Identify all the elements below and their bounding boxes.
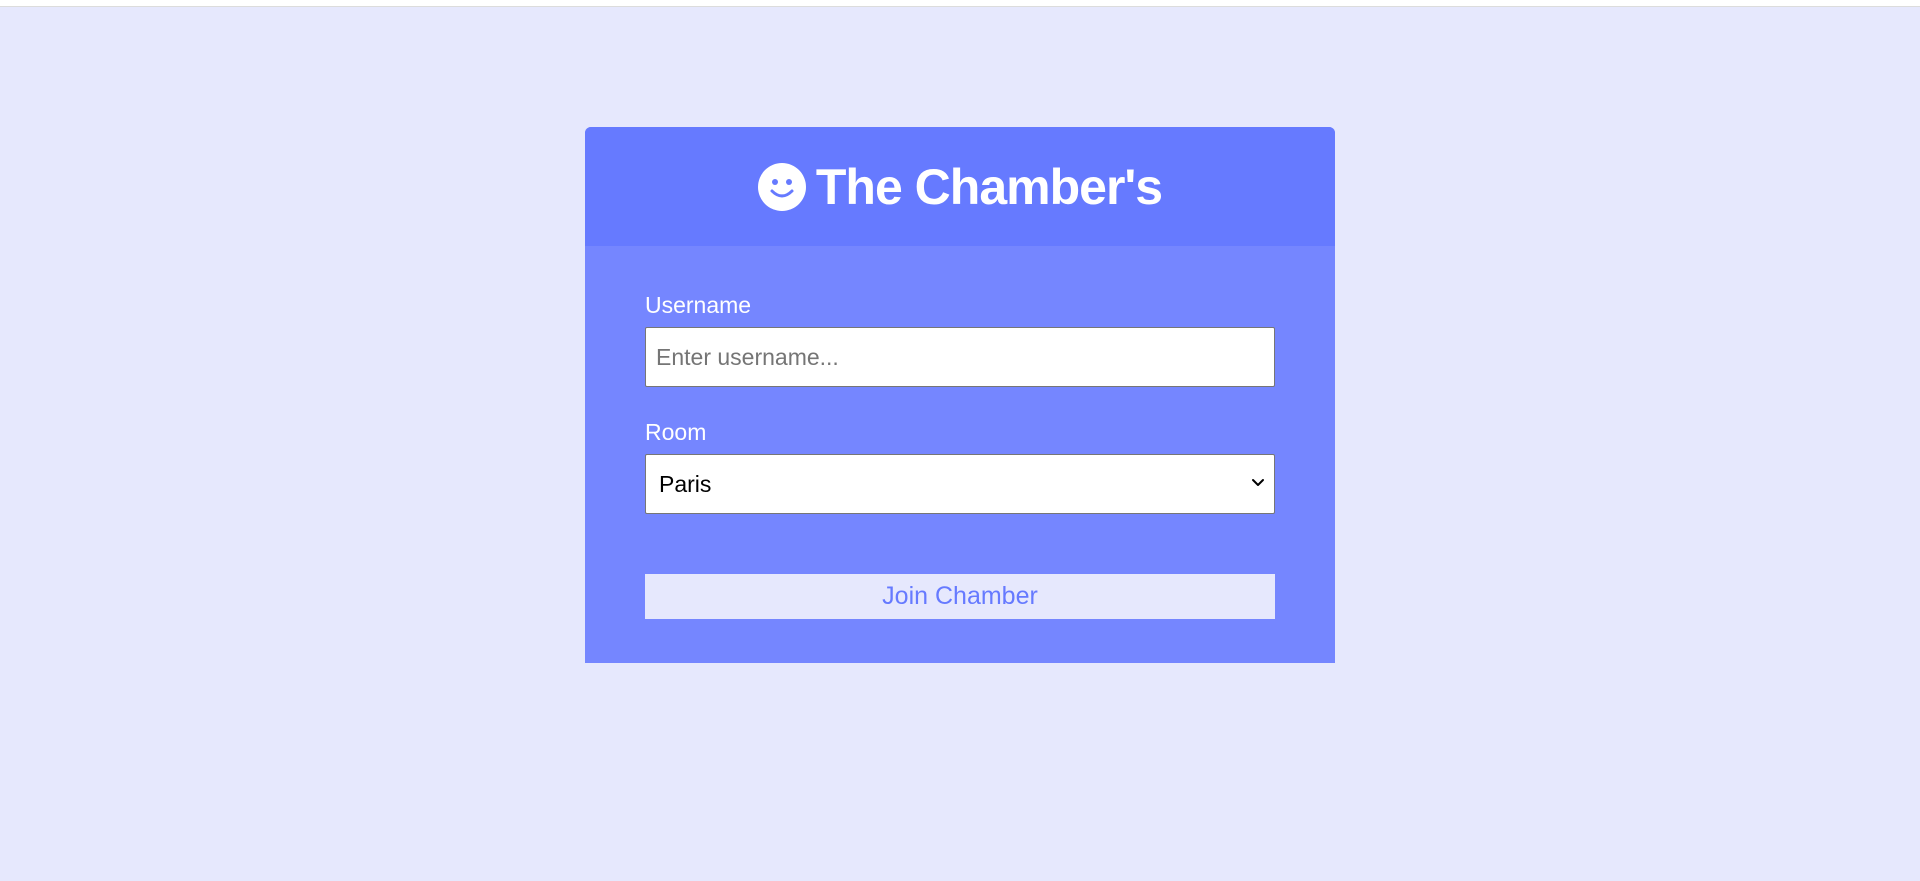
room-selected-value: Paris — [659, 471, 712, 497]
browser-top-strip — [0, 0, 1920, 7]
join-chamber-button[interactable]: Join Chamber — [645, 574, 1275, 619]
card-header: The Chamber's — [585, 127, 1335, 246]
username-label: Username — [645, 292, 752, 318]
room-label: Room — [645, 419, 707, 445]
username-input[interactable] — [645, 327, 1275, 387]
smiley-face-icon — [757, 162, 806, 211]
app-title: The Chamber's — [815, 158, 1163, 215]
room-select[interactable]: Paris — [645, 454, 1275, 514]
join-card: The Chamber's Username Room Paris Join C… — [585, 127, 1335, 663]
chevron-down-icon — [1248, 473, 1268, 493]
join-form: Username Room Paris Join Chamber — [645, 246, 1275, 619]
